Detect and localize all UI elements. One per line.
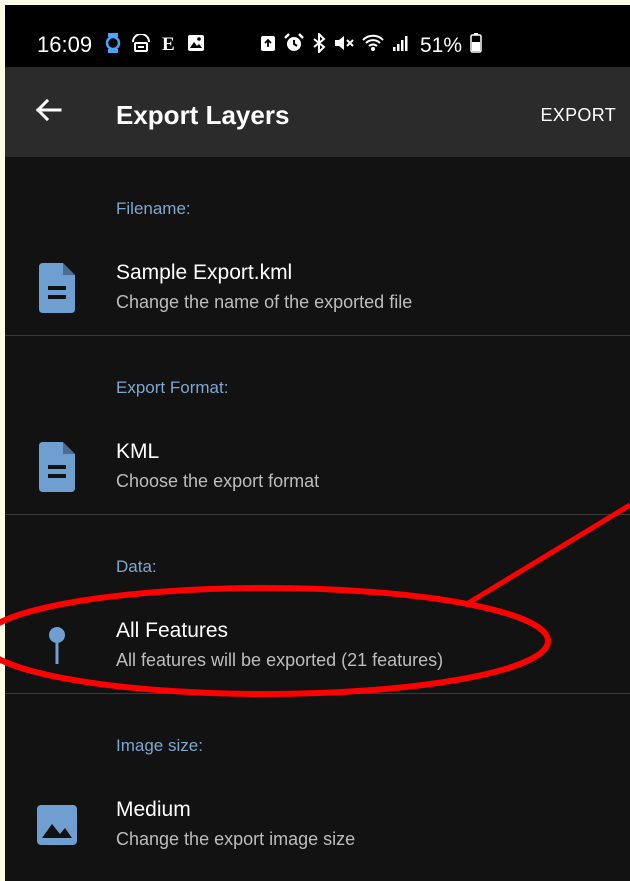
data-row[interactable]: All Features All features will be export… bbox=[5, 605, 630, 693]
wifi-icon bbox=[362, 34, 384, 57]
recycle-icon bbox=[260, 34, 276, 57]
image-size-row[interactable]: Medium Change the export image size bbox=[5, 784, 630, 872]
status-icons-left: E bbox=[105, 33, 205, 53]
section-header: Data: bbox=[116, 557, 157, 576]
section-header: Image size: bbox=[116, 736, 203, 755]
pin-icon bbox=[35, 620, 79, 672]
image-icon bbox=[187, 34, 205, 52]
wifi-calling-icon bbox=[131, 34, 151, 52]
watch-icon bbox=[105, 33, 121, 53]
filename-value: Sample Export.kml bbox=[116, 261, 293, 284]
section-image-size: Image size: Medium Change the export ima… bbox=[5, 694, 630, 872]
section-header: Export Format: bbox=[116, 378, 229, 397]
status-icons-right: 51% bbox=[260, 31, 482, 58]
alarm-icon bbox=[284, 33, 304, 58]
image-size-description: Change the export image size bbox=[116, 829, 356, 849]
export-format-value: KML bbox=[116, 440, 160, 463]
signal-icon bbox=[392, 34, 410, 57]
svg-text:E: E bbox=[162, 34, 175, 52]
data-description: All features will be exported (21 featur… bbox=[116, 650, 444, 670]
export-format-row[interactable]: KML Choose the export format bbox=[5, 426, 630, 514]
image-icon bbox=[35, 799, 79, 851]
document-icon bbox=[35, 262, 79, 314]
app-bar: Export Layers EXPORT bbox=[5, 67, 630, 157]
data-value: All Features bbox=[116, 619, 229, 642]
status-bar: 16:09 E 51% bbox=[5, 5, 630, 67]
page-title: Export Layers bbox=[116, 100, 290, 130]
document-icon bbox=[35, 441, 79, 493]
section-data: Data: All Features All features will be … bbox=[5, 515, 630, 694]
bluetooth-icon bbox=[312, 31, 326, 58]
filename-description: Change the name of the exported file bbox=[116, 292, 413, 312]
export-format-description: Choose the export format bbox=[116, 471, 320, 491]
mute-icon bbox=[334, 33, 354, 58]
section-export-format: Export Format: KML Choose the export for… bbox=[5, 336, 630, 515]
battery-percent: 51% bbox=[420, 33, 463, 57]
image-size-value: Medium bbox=[116, 798, 191, 821]
phone-screen: 16:09 E 51% Export Layers EXPORT Filenam… bbox=[5, 5, 630, 881]
battery-icon bbox=[470, 33, 482, 58]
arrow-back-icon bbox=[34, 96, 62, 129]
filename-row[interactable]: Sample Export.kml Change the name of the… bbox=[5, 247, 630, 335]
e-icon: E bbox=[161, 34, 177, 52]
export-button[interactable]: EXPORT bbox=[541, 105, 617, 126]
back-button[interactable] bbox=[29, 93, 67, 131]
status-time: 16:09 bbox=[37, 32, 93, 57]
section-filename: Filename: Sample Export.kml Change the n… bbox=[5, 157, 630, 336]
section-header: Filename: bbox=[116, 199, 191, 218]
